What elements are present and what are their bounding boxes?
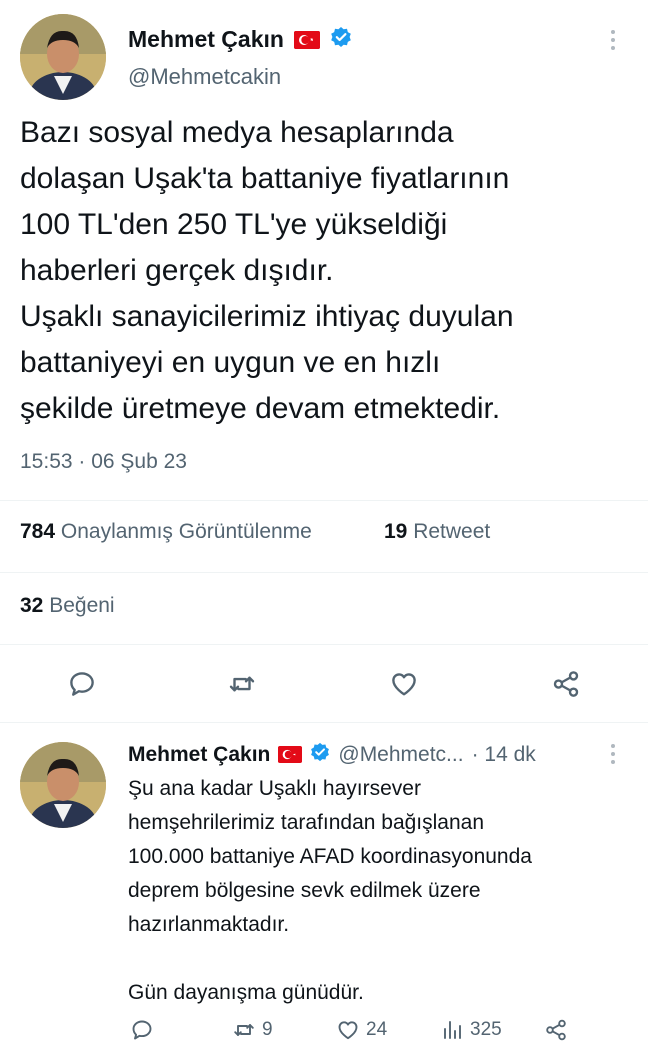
main-tweet-avatar[interactable]: [20, 14, 106, 100]
reply-retweet-count: 9: [262, 1019, 273, 1040]
views-count: 784: [20, 520, 56, 543]
retweets-count: 19: [384, 520, 408, 543]
reply-icon: [70, 672, 94, 696]
reply-text-line: deprem bölgesine sevk edilmek üzere: [128, 879, 481, 902]
tweet-text-line: battaniyeyi en uygun ve en hızlı: [20, 346, 441, 379]
author-handle[interactable]: @Mehmetcakin: [128, 64, 281, 90]
retweet-icon: [234, 1024, 254, 1036]
reply-text-line: 100.000 battaniye AFAD koordinasyonunda: [128, 845, 532, 868]
more-icon[interactable]: [611, 744, 615, 764]
likes-stat[interactable]: 32 Beğeni: [20, 594, 115, 618]
verified-badge-icon: [330, 26, 352, 53]
retweet-button[interactable]: [222, 664, 262, 704]
views-label: Onaylanmış Görüntülenme: [60, 520, 312, 543]
reply-views-button[interactable]: 325: [440, 1018, 502, 1042]
reply-time-ago[interactable]: · 14 dk: [472, 743, 536, 767]
share-button[interactable]: [546, 664, 586, 704]
views-stat[interactable]: 784 Onaylanmış Görüntülenme: [20, 520, 312, 544]
reply-share-button[interactable]: [544, 1018, 568, 1042]
retweets-label: Retweet: [413, 520, 491, 543]
reply-tweet-avatar[interactable]: [20, 742, 106, 828]
tweet-text-line: Bazı sosyal medya hesaplarında: [20, 116, 454, 149]
reply-text-line: [128, 942, 628, 976]
likes-label: Beğeni: [49, 594, 115, 617]
reply-reply-button[interactable]: [130, 1018, 154, 1042]
divider: [0, 644, 648, 645]
reply-text-line: Gün dayanışma günüdür.: [128, 981, 364, 1004]
reply-text-line: hemşehrilerimiz tarafından bağışlanan: [128, 811, 485, 834]
tweet-text-line: 100 TL'den 250 TL'ye yükseldiği: [20, 208, 448, 241]
retweet-icon: [229, 676, 255, 692]
tweet-text-line: şekilde üretmeye devam etmektedir.: [20, 392, 501, 425]
like-icon: [338, 1021, 358, 1040]
tweet-text-line: dolaşan Uşak'ta battaniye fiyatlarının: [20, 162, 510, 195]
reply-button[interactable]: [62, 664, 102, 704]
views-icon: [444, 1021, 461, 1039]
turkey-flag-icon: [278, 746, 303, 763]
like-icon: [392, 673, 416, 696]
reply-like-button[interactable]: 24: [336, 1018, 387, 1042]
reply-author-handle[interactable]: @Mehmetc...: [338, 743, 463, 767]
reply-like-count: 24: [366, 1019, 388, 1040]
reply-tweet-header: Mehmet Çakın @Mehmetc... · 14 dk: [128, 742, 536, 767]
reply-views-count: 325: [470, 1019, 502, 1040]
share-icon: [553, 671, 579, 697]
divider: [0, 722, 648, 723]
reply-retweet-button[interactable]: 9: [232, 1018, 273, 1042]
tweet-timestamp[interactable]: 15:53 · 06 Şub 23: [20, 450, 187, 474]
reply-text-line: Şu ana kadar Uşaklı hayırsever: [128, 777, 421, 800]
reply-text-line: hazırlanmaktadır.: [128, 913, 290, 936]
author-name[interactable]: Mehmet Çakın: [128, 26, 284, 53]
more-icon[interactable]: [611, 30, 615, 50]
reply-icon: [132, 1020, 152, 1040]
retweets-stat[interactable]: 19 Retweet: [384, 520, 490, 544]
share-icon: [546, 1019, 566, 1041]
verified-badge-icon: [310, 742, 330, 767]
reply-author-name[interactable]: Mehmet Çakın: [128, 743, 270, 767]
like-button[interactable]: [384, 664, 424, 704]
turkey-flag-icon: [293, 30, 320, 49]
tweet-text-line: haberleri gerçek dışıdır.: [20, 254, 334, 287]
tweet-text: Bazı sosyal medya hesaplarında dolaşan U…: [20, 110, 630, 432]
divider: [0, 572, 648, 573]
divider: [0, 500, 648, 501]
likes-count: 32: [20, 594, 44, 617]
main-tweet-header: Mehmet Çakın: [128, 26, 352, 53]
tweet-text-line: Uşaklı sanayicilerimiz ihtiyaç duyulan: [20, 300, 514, 333]
reply-tweet-text: Şu ana kadar Uşaklı hayırsever hemşehril…: [128, 772, 628, 1010]
